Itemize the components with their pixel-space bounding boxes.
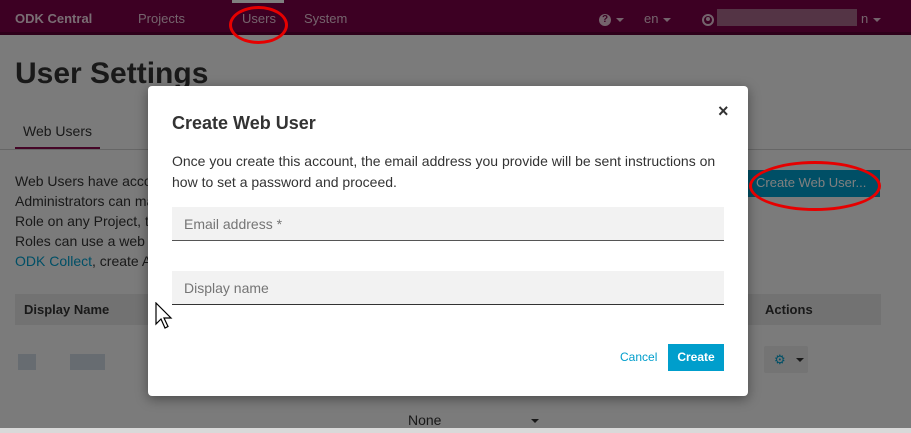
modal-title: Create Web User	[172, 113, 316, 133]
close-icon[interactable]: ×	[718, 101, 729, 122]
annotation-circle-users	[229, 6, 288, 44]
annotation-circle-create-button	[749, 161, 881, 211]
create-button[interactable]: Create	[668, 344, 724, 371]
display-name-field[interactable]	[172, 271, 724, 305]
cancel-button[interactable]: Cancel	[620, 350, 657, 364]
modal-description: Once you create this account, the email …	[172, 153, 716, 190]
create-web-user-modal: Create Web User × Once you create this a…	[148, 86, 748, 396]
email-field[interactable]	[172, 207, 724, 241]
mouse-pointer-icon	[155, 302, 173, 329]
